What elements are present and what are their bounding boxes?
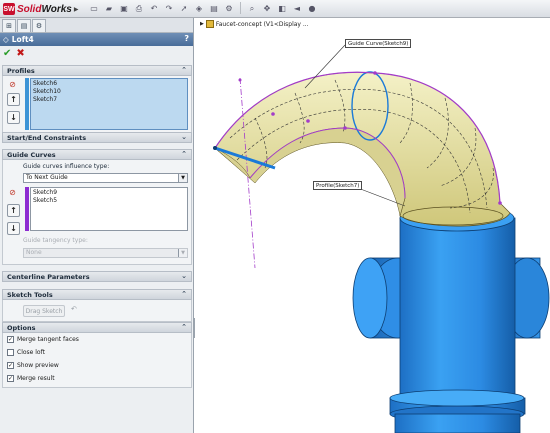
list-item[interactable]: Sketch10 — [33, 88, 185, 96]
profile-callout[interactable]: Profile(Sketch7) — [313, 181, 363, 190]
merge-tangent-faces-checkbox[interactable]: ✓ — [7, 336, 14, 343]
start-end-group: Start/End Constraints ⌄ — [2, 132, 192, 143]
options-group: Options ⌃ ✓ Merge tangent faces Close lo… — [2, 322, 192, 388]
help-button[interactable]: ? — [184, 34, 189, 43]
guide-curves-group: Guide Curves ⌃ Guide curves influence ty… — [2, 149, 192, 265]
merge-result-checkbox[interactable]: ✓ — [7, 375, 14, 382]
collapse-icon[interactable]: ⌃ — [181, 323, 187, 331]
expand-icon[interactable]: ⌄ — [181, 133, 187, 141]
expand-icon[interactable]: ⌄ — [181, 272, 187, 280]
guide-selection-icon: ⊘ — [9, 188, 16, 197]
solidworks-logo-mark: SW — [3, 3, 15, 15]
collapse-icon[interactable]: ⌃ — [181, 150, 187, 158]
print-icon[interactable]: ⎙ — [133, 2, 145, 15]
faucet-model — [213, 44, 550, 433]
move-down-button[interactable]: ↓ — [7, 111, 20, 124]
top-toolbar: SW SolidWorks ▶ ▭ ▰ ▣ ⎙ ↶ ↷ ➚ ◈ ▤ ⚙ ⌕ ✥ … — [0, 0, 550, 18]
feature-title: Loft4 — [11, 35, 34, 44]
sketch-tools-group: Sketch Tools ⌃ Drag Sketch ↶ — [2, 289, 192, 322]
sketch-tools-group-header[interactable]: Sketch Tools ⌃ — [2, 289, 192, 300]
show-preview-checkbox[interactable]: ✓ — [7, 362, 14, 369]
ok-cancel-row: ✔ ✖ — [0, 46, 193, 60]
cancel-button[interactable]: ✖ — [16, 48, 24, 59]
influence-type-label: Guide curves influence type: — [23, 163, 110, 170]
profiles-list[interactable]: Sketch6 Sketch10 Sketch7 — [30, 78, 188, 130]
options-group-header[interactable]: Options ⌃ — [2, 322, 192, 333]
list-item[interactable]: Sketch9 — [33, 189, 185, 197]
collapse-icon[interactable]: ⌃ — [181, 66, 187, 74]
tangency-type-label: Guide tangency type: — [23, 237, 88, 244]
profile-selection-icon: ⊘ — [9, 80, 16, 89]
ok-button[interactable]: ✔ — [3, 48, 11, 59]
tangency-type-select[interactable]: None ▼ — [23, 248, 188, 258]
list-item[interactable]: Sketch5 — [33, 197, 185, 205]
chevron-down-icon[interactable]: ▼ — [178, 174, 187, 182]
faucet-body — [389, 204, 526, 433]
guides-color-bar — [25, 187, 29, 231]
solidworks-logo[interactable]: SW SolidWorks ▶ — [3, 2, 78, 16]
toolbar-separator — [240, 2, 241, 14]
configuration-manager-tab[interactable]: ⚙ — [32, 19, 46, 32]
centerline-group: Centerline Parameters ⌄ — [2, 271, 192, 282]
move-up-button[interactable]: ↑ — [7, 204, 20, 217]
feature-manager-tab[interactable]: ⊞ — [2, 19, 16, 32]
brand-suffix: Works — [41, 3, 72, 15]
close-loft-option[interactable]: Close loft — [7, 349, 45, 356]
display-style-icon[interactable]: ◧ — [276, 2, 288, 15]
collapse-icon[interactable]: ⌃ — [181, 290, 187, 298]
quick-access-toolbar: ▭ ▰ ▣ ⎙ ↶ ↷ ➚ ◈ ▤ ⚙ ⌕ ✥ ◧ ◄ ● — [88, 2, 318, 15]
merge-tangent-faces-option[interactable]: ✓ Merge tangent faces — [7, 336, 79, 343]
chevron-down-icon: ▼ — [178, 249, 187, 257]
open-icon[interactable]: ▰ — [103, 2, 115, 15]
centerline-group-header[interactable]: Centerline Parameters ⌄ — [2, 271, 192, 282]
merge-result-option[interactable]: ✓ Merge result — [7, 375, 55, 382]
influence-type-select[interactable]: To Next Guide ▼ — [23, 173, 188, 183]
close-loft-checkbox[interactable] — [7, 349, 14, 356]
redo-icon[interactable]: ↷ — [163, 2, 175, 15]
appearance-icon[interactable]: ● — [306, 2, 318, 15]
feature-title-bar: ◇ Loft4 ? — [0, 33, 193, 46]
section-view-icon[interactable]: ◄ — [291, 2, 303, 15]
file-properties-icon[interactable]: ▤ — [208, 2, 220, 15]
profiles-group: Profiles ⌃ ⊘ ↑ ↓ Sketch6 Sketch10 Sketch… — [2, 65, 192, 133]
options-icon[interactable]: ⚙ — [223, 2, 235, 15]
guide-curves-group-header[interactable]: Guide Curves ⌃ — [2, 149, 192, 160]
guide-curve-callout[interactable]: Guide Curve(Sketch9) — [345, 39, 412, 48]
property-manager-tab[interactable]: ▤ — [17, 19, 31, 32]
zoom-icon[interactable]: ⌕ — [246, 2, 258, 15]
loft-icon: ◇ — [3, 35, 9, 44]
brand-prefix: Solid — [17, 3, 42, 15]
new-icon[interactable]: ▭ — [88, 2, 100, 15]
manager-tabs: ⊞ ▤ ⚙ — [0, 18, 193, 33]
rebuild-icon[interactable]: ◈ — [193, 2, 205, 15]
undo-icon[interactable]: ↶ — [148, 2, 160, 15]
drag-sketch-button[interactable]: Drag Sketch — [23, 305, 65, 317]
list-item[interactable]: Sketch6 — [33, 80, 185, 88]
undo-sketch-icon[interactable]: ↶ — [71, 305, 77, 313]
profiles-color-bar — [25, 78, 29, 130]
select-icon[interactable]: ➚ — [178, 2, 190, 15]
start-end-group-header[interactable]: Start/End Constraints ⌄ — [2, 132, 192, 143]
list-item[interactable]: Sketch7 — [33, 96, 185, 104]
move-down-button[interactable]: ↓ — [7, 222, 20, 235]
move-up-button[interactable]: ↑ — [7, 93, 20, 106]
show-preview-option[interactable]: ✓ Show preview — [7, 362, 59, 369]
loft-spout — [214, 71, 511, 227]
save-icon[interactable]: ▣ — [118, 2, 130, 15]
profiles-group-header[interactable]: Profiles ⌃ — [2, 65, 192, 76]
menu-arrow-icon[interactable]: ▶ — [74, 6, 79, 13]
view-orientation-icon[interactable]: ✥ — [261, 2, 273, 15]
graphics-area[interactable]: ▶ Faucet-concept (V1<Display ... Guide C… — [195, 18, 550, 433]
property-manager: ⊞ ▤ ⚙ ◇ Loft4 ? ✔ ✖ Profiles ⌃ ⊘ ↑ ↓ Ske… — [0, 18, 194, 433]
guide-curves-list[interactable]: Sketch9 Sketch5 — [30, 187, 188, 231]
